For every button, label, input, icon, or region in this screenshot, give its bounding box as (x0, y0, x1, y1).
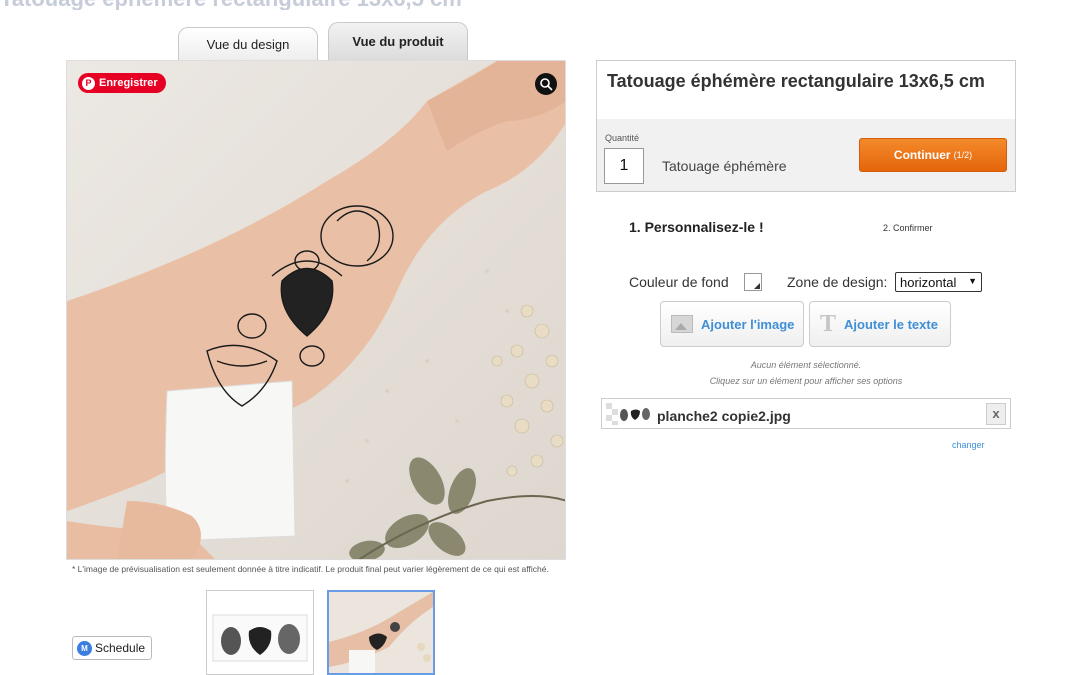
add-image-label: Ajouter l'image (701, 316, 795, 332)
file-name: planche2 copie2.jpg (657, 408, 791, 424)
schedule-icon: M (77, 640, 92, 656)
chevron-down-icon: ▼ (968, 276, 977, 286)
schedule-button[interactable]: M Schedule (72, 636, 153, 660)
pinterest-save-button[interactable]: P Enregistrer (78, 73, 166, 93)
continue-label: Continuer (893, 148, 951, 162)
product-type-label: Tatouage éphémère (662, 158, 787, 174)
image-icon (671, 315, 693, 333)
change-file-link[interactable]: changer (952, 440, 985, 450)
add-text-label: Ajouter le texte (844, 316, 938, 332)
design-zone-select[interactable]: horizontal ▼ (895, 272, 982, 292)
design-zone-value: horizontal (900, 274, 957, 290)
quantity-input[interactable] (604, 148, 644, 184)
step-personalize: 1. Personnalisez-le ! (629, 219, 764, 235)
pinterest-icon: P (82, 76, 95, 90)
design-zone-label: Zone de design: (787, 274, 888, 290)
preview-disclaimer: * L'image de prévisualisation est seulem… (72, 564, 549, 574)
schedule-label: Schedule (95, 641, 146, 655)
arm-tattoo-illustration (67, 61, 565, 559)
continue-step: (1/2) (953, 150, 973, 160)
add-image-button[interactable]: Ajouter l'image (660, 301, 804, 347)
page-heading-cut: Tatouage éphémère rectangulaire 13x6,5 c… (0, 0, 640, 10)
product-summary-box: Tatouage éphémère rectangulaire 13x6,5 c… (596, 60, 1016, 192)
thumbnail-product[interactable] (327, 590, 435, 675)
thumbnail-design[interactable] (206, 590, 314, 675)
background-color-picker[interactable] (744, 273, 762, 291)
text-icon: T (820, 310, 837, 337)
tab-design-view[interactable]: Vue du design (178, 27, 318, 60)
no-selection-hint: Cliquez sur un élément pour afficher ses… (709, 376, 903, 386)
step-confirm[interactable]: 2. Confirmer (883, 223, 933, 233)
continue-button[interactable]: Continuer (1/2) (859, 138, 1007, 172)
quantity-label: Quantité (605, 133, 640, 143)
remove-file-button[interactable]: x (986, 403, 1006, 425)
product-title: Tatouage éphémère rectangulaire 13x6,5 c… (607, 71, 985, 91)
tab-product-view[interactable]: Vue du produit (328, 22, 468, 60)
pinterest-save-label: Enregistrer (99, 77, 158, 89)
add-text-button[interactable]: T Ajouter le texte (809, 301, 951, 347)
zoom-icon[interactable] (535, 73, 557, 95)
no-selection-message: Aucun élément sélectionné. (750, 360, 862, 370)
background-color-label: Couleur de fond (629, 274, 729, 290)
uploaded-file-row[interactable]: planche2 copie2.jpg x (601, 398, 1011, 429)
file-thumbnail (606, 403, 652, 425)
product-preview-image: P Enregistrer (66, 60, 566, 560)
